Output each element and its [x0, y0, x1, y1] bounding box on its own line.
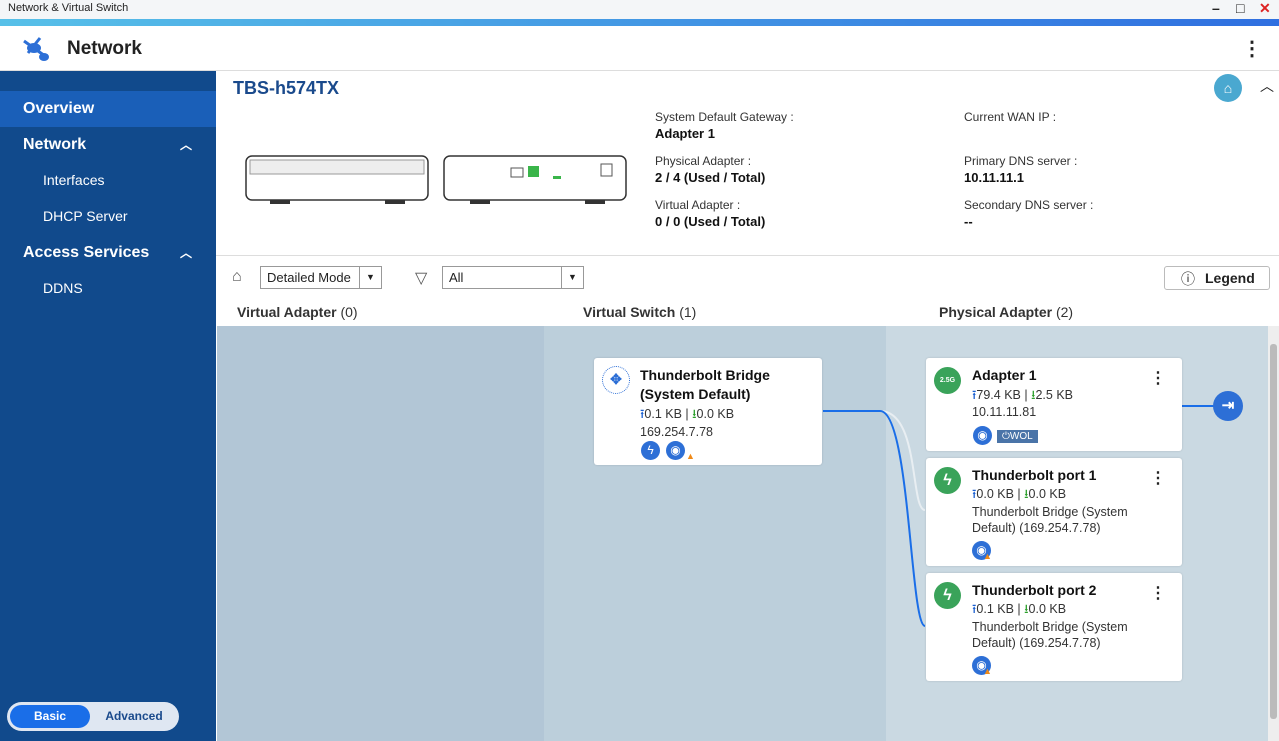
adapter-traffic: ⭱0.0 KB | ⭳0.0 KB — [972, 487, 1067, 501]
sidebar-item-ddns[interactable]: DDNS — [0, 280, 216, 296]
home-icon[interactable]: ⌂ — [1214, 74, 1242, 102]
gateway-value: Adapter 1 — [655, 126, 715, 141]
adapter-traffic: ⭱0.1 KB | ⭳0.0 KB — [972, 602, 1067, 616]
warning-icon: ▲ — [686, 451, 695, 461]
warning-icon: ▲ — [983, 551, 992, 561]
adapter-menu-icon[interactable]: ⋮ — [1150, 368, 1166, 388]
sidebar-item-label: DHCP Server — [43, 208, 128, 224]
basic-mode-button[interactable]: Basic — [10, 705, 90, 728]
maximize-button[interactable]: □ — [1236, 0, 1244, 16]
physical-adapter-value: 2 / 4 (Used / Total) — [655, 170, 766, 185]
wan-ip-label: Current WAN IP : — [964, 110, 1057, 124]
chevron-up-icon: ︿ — [179, 138, 192, 152]
internet-exit-icon: ⇥ — [1213, 391, 1243, 421]
window-titlebar: Network & Virtual Switch – □ ✕ — [0, 0, 1279, 19]
globe-icon: ◉ — [973, 426, 992, 445]
wol-badge: ⏻WOL — [997, 430, 1038, 443]
adapter-menu-icon[interactable]: ⋮ — [1150, 468, 1166, 488]
more-menu-icon[interactable]: ⋮ — [1242, 36, 1262, 61]
adapter-card[interactable]: ϟ Thunderbolt port 1 ⋮ ⭱0.0 KB | ⭳0.0 KB… — [926, 458, 1182, 566]
app-title: Network — [67, 38, 142, 59]
filter-select[interactable]: All ▼ — [442, 266, 584, 289]
gateway-label: System Default Gateway : — [655, 110, 794, 124]
switch-name: Thunderbolt Bridge — [640, 367, 770, 383]
adapter-ip: 10.11.11.81 — [972, 405, 1037, 419]
primary-dns-value: 10.11.11.1 — [964, 170, 1025, 185]
column-header-physical-adapter: Physical Adapter (2) — [939, 304, 1074, 320]
filter-value: All — [449, 270, 464, 285]
sidebar-item-overview[interactable]: Overview — [0, 91, 216, 127]
primary-dns-label: Primary DNS server : — [964, 154, 1078, 168]
chevron-down-icon: ▼ — [561, 267, 583, 288]
virtual-adapter-value: 0 / 0 (Used / Total) — [655, 214, 766, 229]
legend-label: Legend — [1205, 270, 1255, 286]
sidebar-item-label: DDNS — [43, 280, 83, 296]
thunderbolt-icon: ϟ — [641, 441, 660, 460]
lightbulb-icon: ⓘ — [1181, 271, 1195, 287]
column-header-virtual-adapter: Virtual Adapter (0) — [237, 304, 358, 320]
switch-name-suffix: (System Default) — [640, 386, 751, 402]
secondary-dns-value: -- — [964, 214, 973, 229]
sidebar-item-label: Overview — [23, 100, 95, 117]
chevron-up-icon: ︿ — [179, 246, 192, 260]
adapter-info: Default) (169.254.7.78) — [972, 636, 1101, 650]
minimize-button[interactable]: – — [1212, 0, 1220, 16]
app-header: Network ⋮ — [0, 26, 1279, 71]
switch-ip: 169.254.7.78 — [640, 425, 713, 439]
device-name: TBS-h574TX — [233, 78, 340, 98]
adapter-name: Thunderbolt port 2 — [972, 582, 1097, 598]
sidebar-item-label: Interfaces — [43, 172, 105, 188]
adapter-info: Thunderbolt Bridge (System — [972, 505, 1128, 519]
adapter-info: Default) (169.254.7.78) — [972, 521, 1101, 535]
virtual-adapter-column — [217, 326, 544, 741]
mode-toggle: Basic Advanced — [7, 702, 179, 731]
adapter-menu-icon[interactable]: ⋮ — [1150, 583, 1166, 603]
close-button[interactable]: ✕ — [1259, 0, 1271, 17]
physical-adapter-label: Physical Adapter : — [655, 154, 752, 168]
legend-button[interactable]: ⓘ Legend — [1164, 266, 1270, 290]
ethernet-2-5g-icon: 2.5G — [934, 367, 961, 394]
window-title: Network & Virtual Switch — [8, 2, 129, 14]
view-mode-select[interactable]: Detailed Mode ▼ — [260, 266, 382, 289]
sidebar-item-dhcp-server[interactable]: DHCP Server — [0, 208, 216, 224]
network-app-icon — [23, 37, 49, 61]
chevron-down-icon: ▼ — [359, 267, 381, 288]
view-mode-value: Detailed Mode — [267, 270, 351, 285]
adapter-name: Adapter 1 — [972, 367, 1037, 383]
adapter-card[interactable]: ϟ Thunderbolt port 2 ⋮ ⭱0.1 KB | ⭳0.0 KB… — [926, 573, 1182, 681]
warning-icon: ▲ — [983, 666, 992, 676]
column-header-virtual-switch: Virtual Switch (1) — [583, 304, 697, 320]
sidebar-item-label: Network — [23, 136, 87, 153]
divider — [216, 255, 1279, 256]
topology-icon: ⌂ — [232, 268, 242, 285]
virtual-adapter-label: Virtual Adapter : — [655, 198, 741, 212]
switch-icon: ✥ — [602, 366, 630, 394]
nas-device-image — [245, 155, 627, 204]
sidebar-item-label: Access Services — [23, 244, 150, 261]
scrollbar[interactable] — [1268, 326, 1279, 741]
thunderbolt-port-icon: ϟ — [934, 467, 961, 494]
adapter-name: Thunderbolt port 1 — [972, 467, 1097, 483]
sidebar-item-interfaces[interactable]: Interfaces — [0, 172, 216, 188]
adapter-info: Thunderbolt Bridge (System — [972, 620, 1128, 634]
virtual-switch-card[interactable]: ✥ Thunderbolt Bridge (System Default) ⭱0… — [594, 358, 822, 465]
filter-icon: ▽ — [415, 270, 428, 287]
sidebar-item-access-services[interactable]: Access Services ︿ — [0, 243, 216, 263]
accent-bar — [0, 19, 1279, 26]
secondary-dns-label: Secondary DNS server : — [964, 198, 1094, 212]
sidebar-item-network[interactable]: Network ︿ — [0, 135, 216, 155]
adapter-card[interactable]: 2.5G Adapter 1 ⋮ ⭱79.4 KB | ⭳2.5 KB 10.1… — [926, 358, 1182, 451]
switch-traffic: ⭱0.1 KB | ⭳0.0 KB — [640, 407, 735, 421]
advanced-mode-button[interactable]: Advanced — [93, 705, 175, 728]
sidebar: Overview Network ︿ Interfaces DHCP Server… — [0, 71, 216, 741]
collapse-chevron-icon[interactable]: ︿ — [1260, 76, 1274, 96]
globe-icon: ◉ — [666, 441, 685, 460]
adapter-traffic: ⭱79.4 KB | ⭳2.5 KB — [972, 388, 1073, 402]
thunderbolt-port-icon: ϟ — [934, 582, 961, 609]
